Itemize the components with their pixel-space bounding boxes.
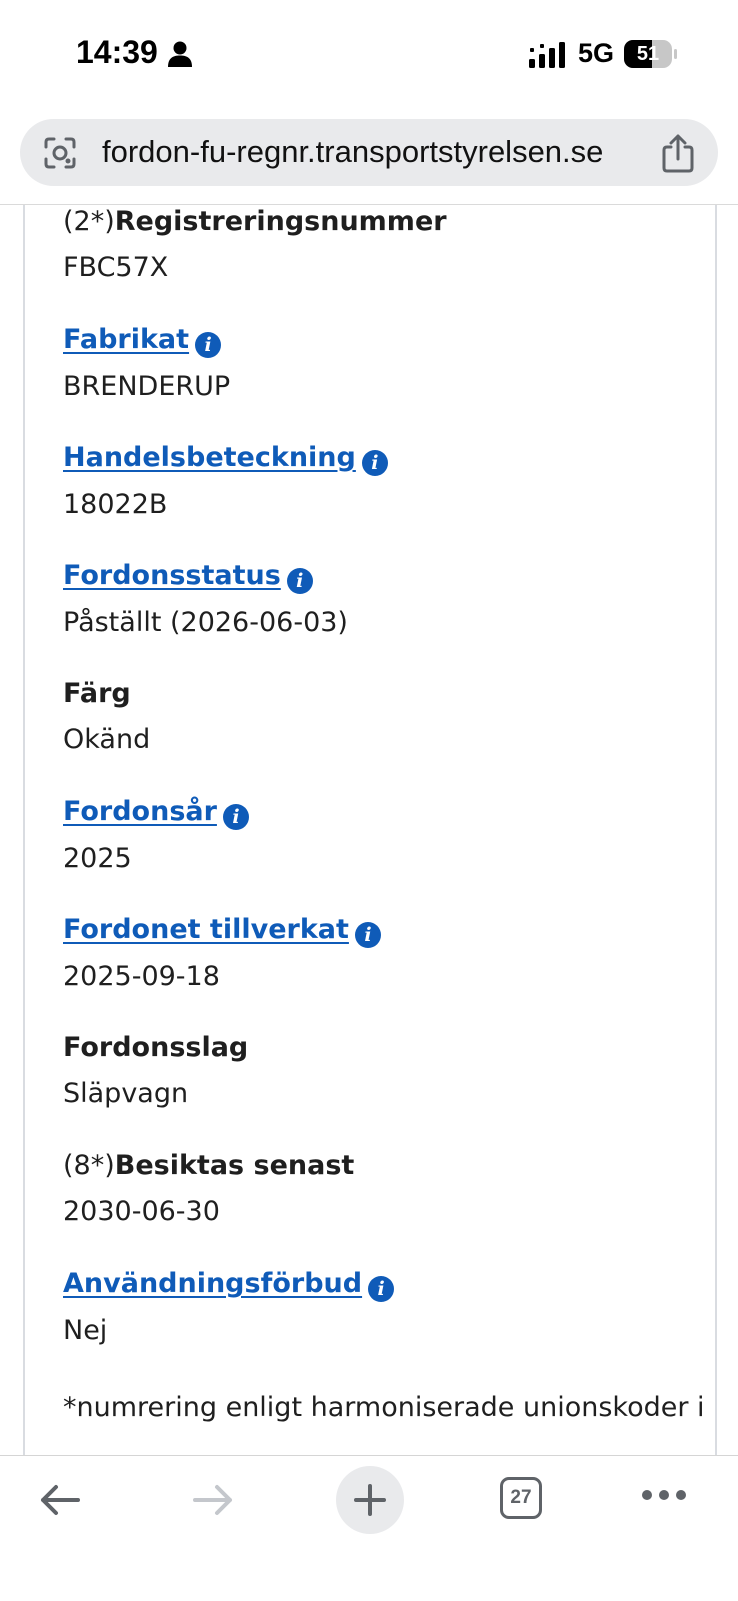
tabs-button[interactable]: 27 <box>500 1477 542 1519</box>
field-value: BRENDERUP <box>63 371 231 402</box>
battery-level: 51 <box>636 43 660 65</box>
more-icon[interactable] <box>641 1488 687 1502</box>
fordonsar-link[interactable]: Fordonsår <box>63 796 217 827</box>
field-label-text: Fordonsslag <box>63 1032 249 1063</box>
signal-icon <box>529 42 565 68</box>
field-registreringsnummer: (2*)Registreringsnummer FBC57X <box>63 205 447 285</box>
field-anvandningsforbud: Användningsförbud i Nej <box>63 1267 395 1348</box>
field-fordonsstatus: Fordonsstatus i Påställt (2026-06-03) <box>63 559 348 640</box>
info-icon[interactable]: i <box>286 568 313 594</box>
new-tab-button[interactable] <box>336 1466 404 1534</box>
field-label: (2*)Registreringsnummer <box>63 205 447 239</box>
field-value: Nej <box>63 1315 108 1346</box>
info-icon[interactable]: i <box>195 332 222 358</box>
field-value: 2030-06-30 <box>63 1196 220 1227</box>
bottom-toolbar: 27 <box>0 1455 738 1601</box>
field-value: 18022B <box>63 489 168 520</box>
status-bar: 14:39 5G 51 <box>0 0 738 100</box>
fordonsstatus-link[interactable]: Fordonsstatus <box>63 560 281 591</box>
field-label: Handelsbeteckning i <box>63 441 388 476</box>
field-label: Fordonet tillverkat i <box>63 913 381 948</box>
vehicle-info-card: (2*)Registreringsnummer FBC57X Fabrikat i… <box>23 205 717 1455</box>
field-label: Fordonsstatus i <box>63 559 348 594</box>
arrow-left-icon[interactable] <box>38 1478 82 1522</box>
network-label: 5G <box>578 38 615 68</box>
arrow-right-icon[interactable] <box>191 1478 235 1522</box>
lens-icon[interactable] <box>42 135 78 171</box>
field-besiktas-senast: (8*)Besiktas senast 2030-06-30 <box>63 1149 354 1229</box>
field-label-text: Registreringsnummer <box>114 206 447 237</box>
info-icon[interactable]: i <box>361 450 388 476</box>
field-prefix: (8*) <box>63 1150 115 1181</box>
plus-icon <box>354 1484 386 1516</box>
field-value: Okänd <box>63 724 151 755</box>
field-prefix: (2*) <box>63 206 115 237</box>
field-farg: Färg Okänd <box>63 677 150 757</box>
info-icon[interactable]: i <box>222 804 249 830</box>
field-fordonsslag: Fordonsslag Släpvagn <box>63 1031 248 1111</box>
person-icon <box>168 41 192 67</box>
field-label-text: Färg <box>63 678 131 709</box>
field-label: Fordonsslag <box>63 1031 248 1065</box>
fabrikat-link[interactable]: Fabrikat <box>63 324 189 355</box>
field-fordonsar: Fordonsår i 2025 <box>63 795 249 876</box>
anvandningsforbud-link[interactable]: Användningsförbud <box>63 1268 362 1299</box>
field-label: Fabrikat i <box>63 323 230 358</box>
info-icon[interactable]: i <box>354 922 381 948</box>
info-icon[interactable]: i <box>368 1276 395 1302</box>
field-fordonet-tillverkat: Fordonet tillverkat i 2025-09-18 <box>63 913 381 994</box>
status-time: 14:39 <box>76 34 158 70</box>
field-label: Fordonsår i <box>63 795 249 830</box>
field-label: Färg <box>63 677 150 711</box>
field-handelsbeteckning: Handelsbeteckning i 18022B <box>63 441 388 522</box>
field-fabrikat: Fabrikat i BRENDERUP <box>63 323 230 404</box>
footnote: *numrering enligt harmoniserade unionsko… <box>63 1392 705 1423</box>
field-label-text: Besiktas senast <box>114 1150 355 1181</box>
field-value: FBC57X <box>63 252 169 283</box>
url-text[interactable]: fordon-fu-regnr.transportstyrelsen.se <box>102 134 603 170</box>
fordonet-tillverkat-link[interactable]: Fordonet tillverkat <box>63 914 349 945</box>
field-label: Användningsförbud i <box>63 1267 395 1302</box>
field-value: Påställt (2026-06-03) <box>63 607 348 638</box>
handelsbeteckning-link[interactable]: Handelsbeteckning <box>63 442 356 473</box>
address-bar[interactable]: fordon-fu-regnr.transportstyrelsen.se <box>20 119 718 186</box>
field-value: Släpvagn <box>63 1078 189 1109</box>
field-value: 2025 <box>63 843 132 874</box>
share-icon[interactable] <box>660 133 696 173</box>
field-value: 2025-09-18 <box>63 961 220 992</box>
field-label: (8*)Besiktas senast <box>63 1149 354 1183</box>
